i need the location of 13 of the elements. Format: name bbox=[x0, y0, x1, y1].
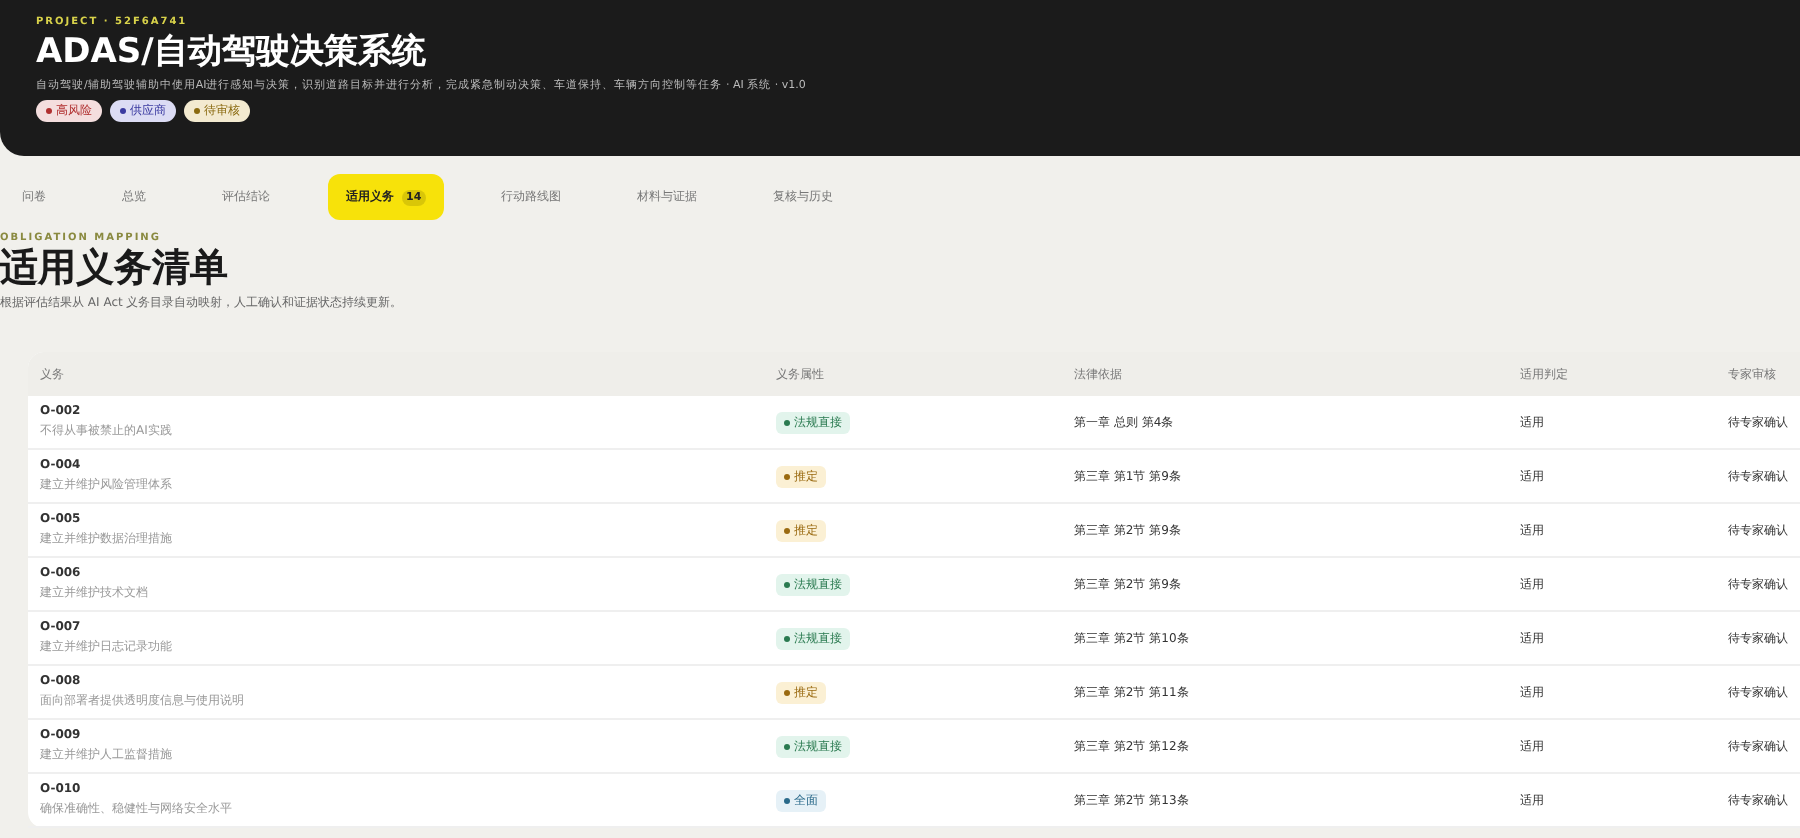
dot-icon bbox=[784, 581, 790, 587]
dot-icon bbox=[784, 419, 790, 425]
dot-icon bbox=[120, 108, 126, 114]
dot-icon bbox=[194, 108, 200, 114]
page-title: ADAS/自动驾驶决策系统 bbox=[36, 32, 428, 72]
dot-icon bbox=[46, 108, 52, 114]
section-title: 适用义务清单 bbox=[0, 244, 230, 292]
dot-icon bbox=[784, 473, 790, 479]
dot-icon bbox=[784, 527, 790, 533]
dot-icon bbox=[784, 689, 790, 695]
dot-icon bbox=[784, 743, 790, 749]
dot-icon bbox=[784, 635, 790, 641]
dot-icon bbox=[784, 797, 790, 803]
